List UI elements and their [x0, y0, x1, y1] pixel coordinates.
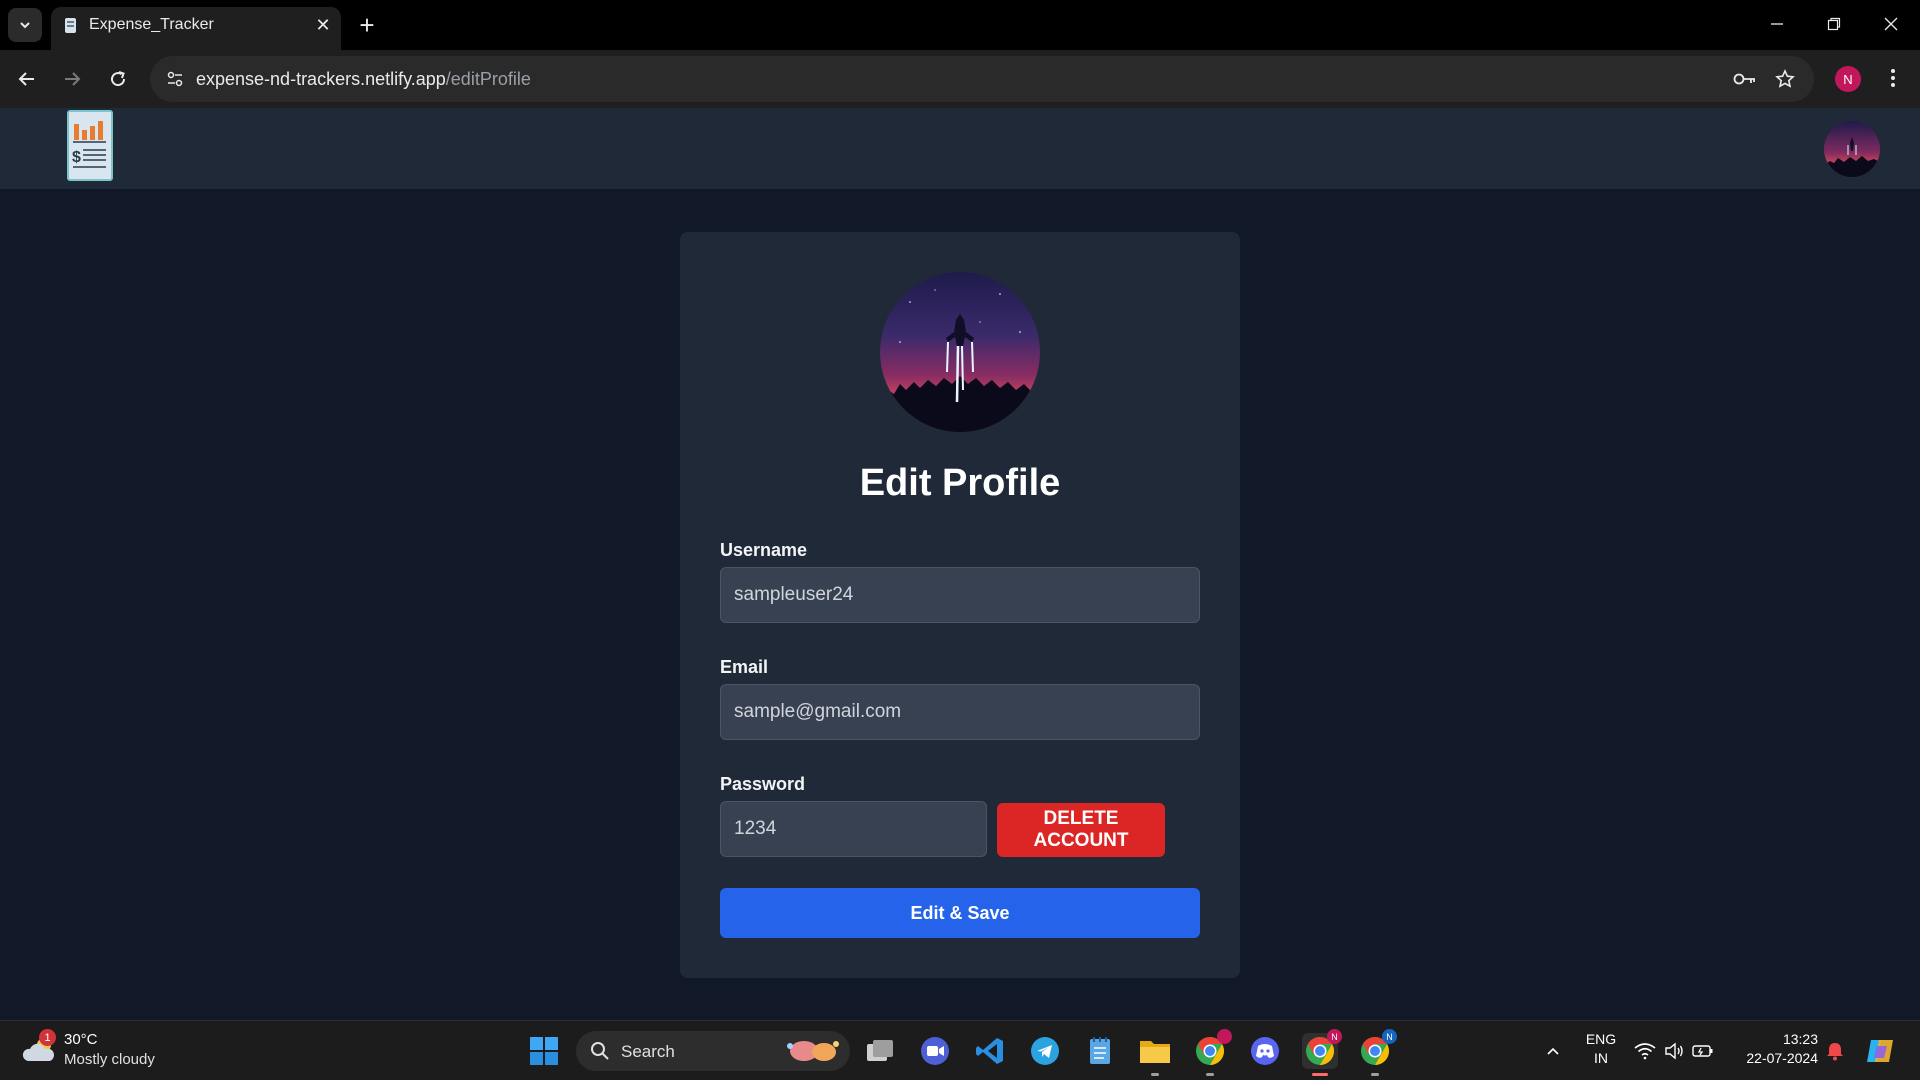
back-button[interactable]: [9, 61, 45, 97]
chevron-down-icon: [20, 22, 30, 29]
file-explorer-icon[interactable]: [1137, 1033, 1173, 1076]
language-code: ENG: [1585, 1031, 1617, 1047]
bell-icon[interactable]: [1823, 1033, 1847, 1069]
active-indicator: [1312, 1073, 1328, 1076]
chrome-icon[interactable]: [1192, 1029, 1232, 1076]
chrome-profile-badge: N: [1327, 1029, 1342, 1044]
search-highlight-icon: [787, 1041, 839, 1061]
tab-close-icon[interactable]: ✕: [311, 13, 335, 37]
volume-icon: [1665, 1042, 1683, 1060]
edit-profile-card: Edit Profile Username Email Password DEL…: [680, 232, 1240, 978]
language-region: IN: [1594, 1050, 1608, 1066]
taskbar-search-label: Search: [621, 1042, 675, 1061]
windows-start-icon[interactable]: [526, 1033, 562, 1069]
bookmark-star-icon[interactable]: [1770, 64, 1800, 94]
password-input[interactable]: [720, 801, 987, 857]
battery-icon: [1692, 1045, 1713, 1057]
close-icon: [1884, 17, 1898, 31]
copilot-icon[interactable]: [1862, 1033, 1898, 1069]
site-info-icon[interactable]: [160, 64, 190, 94]
zoom-icon[interactable]: [917, 1033, 953, 1069]
vscode-icon[interactable]: [972, 1033, 1008, 1069]
search-icon: [591, 1042, 609, 1060]
weather-description: Mostly cloudy: [64, 1051, 155, 1068]
discord-icon[interactable]: [1247, 1033, 1283, 1069]
expense-tracker-logo[interactable]: $: [67, 110, 113, 181]
close-window-button[interactable]: [1868, 6, 1914, 42]
url-path: /editProfile: [445, 69, 531, 89]
wifi-icon: [1634, 1043, 1656, 1060]
chrome-active-icon[interactable]: N: [1302, 1029, 1342, 1076]
arrow-right-icon: [65, 72, 81, 86]
forward-button[interactable]: [54, 61, 90, 97]
username-input[interactable]: [720, 567, 1200, 623]
browser-tab[interactable]: Expense_Tracker ✕: [51, 7, 341, 50]
delete-account-button[interactable]: DELETE ACCOUNT: [997, 803, 1165, 857]
chrome-profile-badge: [1217, 1029, 1232, 1044]
url-host: expense-nd-trackers.netlify.app: [196, 69, 446, 89]
url-text[interactable]: expense-nd-trackers.netlify.app/editProf…: [196, 69, 531, 90]
quick-settings[interactable]: [1629, 1033, 1719, 1069]
address-bar[interactable]: expense-nd-trackers.netlify.app/editProf…: [150, 56, 1814, 102]
email-input[interactable]: [720, 684, 1200, 740]
reload-icon: [111, 71, 126, 87]
chrome-profile-icon[interactable]: N: [1357, 1029, 1397, 1076]
tab-title: Expense_Tracker: [89, 16, 214, 33]
restore-button[interactable]: [1811, 6, 1857, 42]
password-label: Password: [720, 774, 806, 794]
minimize-button[interactable]: [1754, 6, 1800, 42]
minimize-icon: [1771, 23, 1783, 25]
weather-temperature: 30°C: [64, 1031, 98, 1048]
chrome-profile-badge: N: [1382, 1029, 1397, 1044]
user-avatar[interactable]: [1824, 121, 1880, 177]
browser-profile-avatar[interactable]: N: [1835, 66, 1861, 92]
browser-toolbar: expense-nd-trackers.netlify.app/editProf…: [0, 50, 1920, 108]
clock-date: 22-07-2024: [1746, 1050, 1818, 1066]
reload-button[interactable]: [100, 61, 136, 97]
app-header: $: [0, 108, 1920, 189]
running-indicator: [1151, 1073, 1159, 1076]
svg-text:$: $: [72, 149, 81, 166]
tab-search-button[interactable]: [8, 8, 42, 42]
running-indicator: [1206, 1073, 1214, 1076]
chevron-up-icon[interactable]: [1535, 1033, 1571, 1069]
task-view-icon[interactable]: [862, 1033, 898, 1069]
profile-picture[interactable]: [880, 272, 1040, 432]
arrow-left-icon: [18, 72, 34, 86]
tab-favicon-icon: [65, 18, 76, 33]
telegram-icon[interactable]: [1027, 1033, 1063, 1069]
password-key-icon[interactable]: [1730, 64, 1760, 94]
running-indicator: [1371, 1073, 1379, 1076]
new-tab-button[interactable]: +: [352, 10, 382, 40]
restore-icon: [1827, 17, 1841, 31]
page-title: Edit Profile: [859, 462, 1061, 504]
menu-dots-icon[interactable]: [1878, 63, 1908, 93]
windows-taskbar: 1 30°C Mostly cloudy Search N N ENG IN 1…: [0, 1020, 1920, 1080]
username-label: Username: [720, 540, 808, 560]
taskbar-search[interactable]: Search: [576, 1031, 850, 1071]
clock-time: 13:23: [1782, 1031, 1818, 1047]
notepad-icon[interactable]: [1082, 1033, 1118, 1069]
edit-save-button[interactable]: Edit & Save: [720, 888, 1200, 938]
email-label: Email: [720, 657, 769, 677]
weather-notification-badge: 1: [39, 1029, 56, 1046]
browser-tabstrip: Expense_Tracker ✕ +: [0, 0, 1920, 50]
